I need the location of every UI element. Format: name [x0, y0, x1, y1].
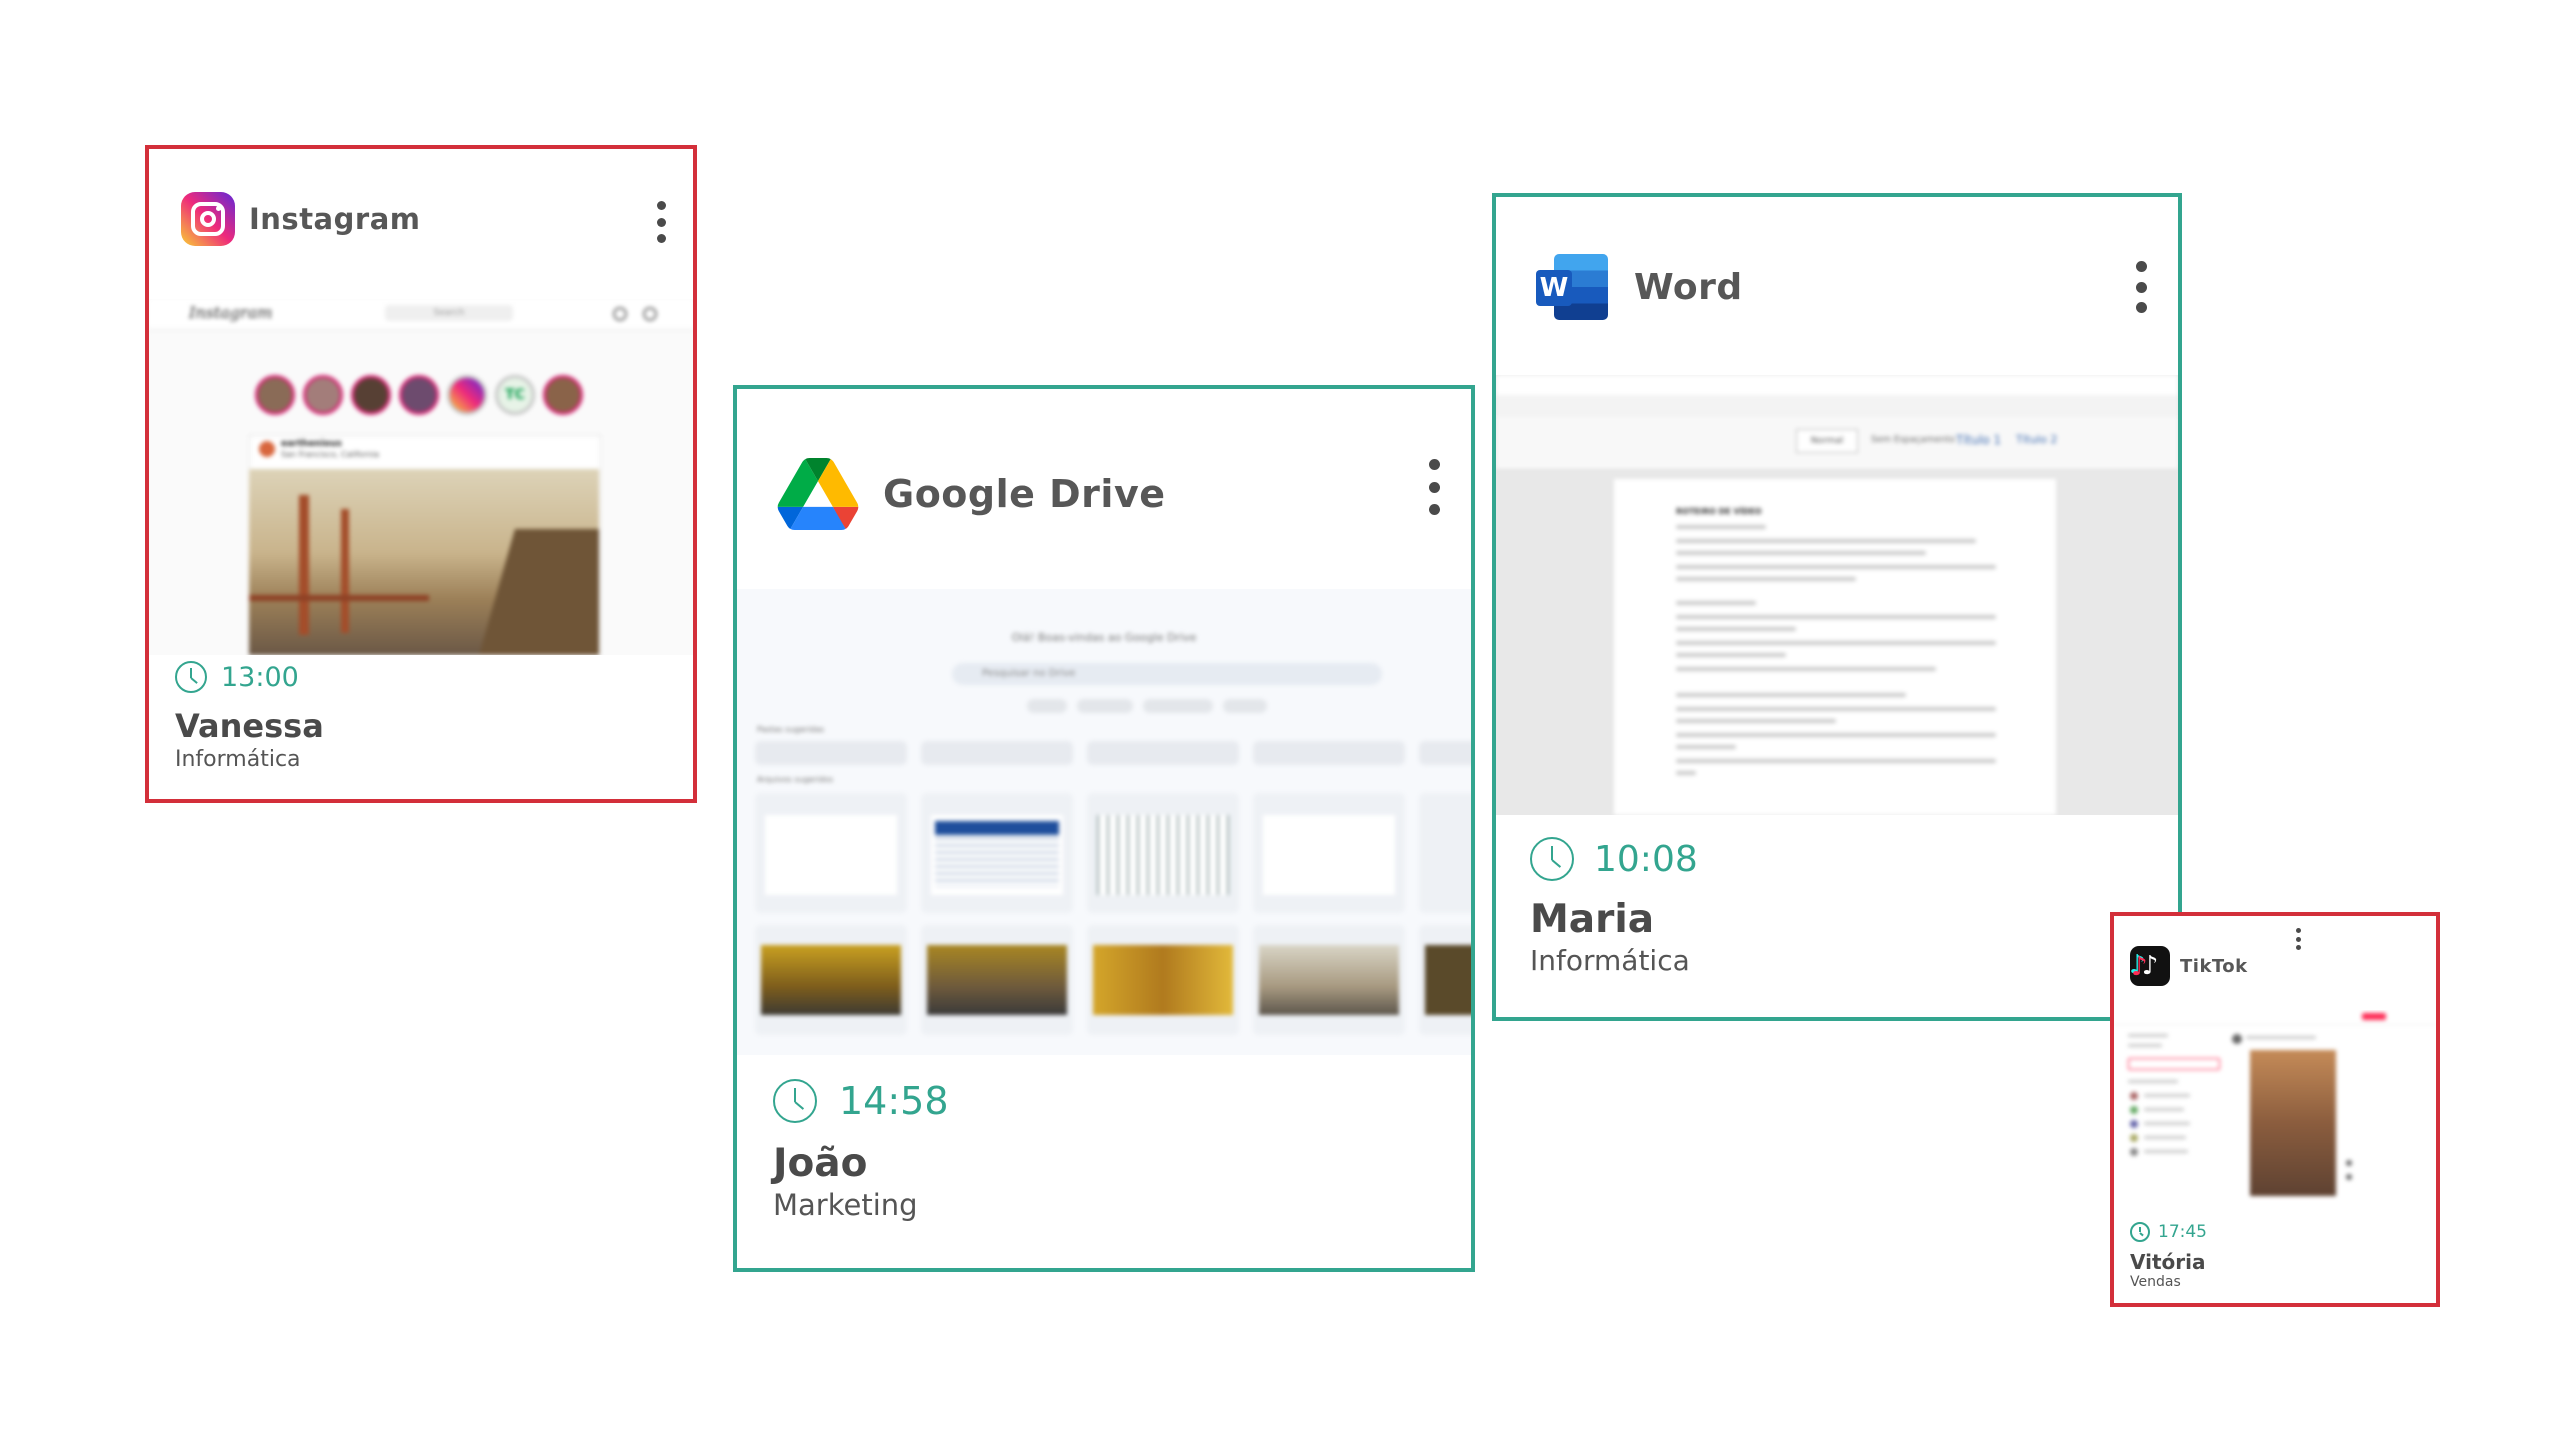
clock-icon: [2130, 1222, 2150, 1242]
activity-card-tiktok[interactable]: ♪ ♪ ♪ TikTok 17:45 Vitória Vendas: [2110, 912, 2440, 1307]
time-label: 14:58: [839, 1079, 949, 1123]
instagram-search: Search: [385, 305, 513, 321]
activity-card-word[interactable]: W Word Normal Sem Espaçamento Título 1 T…: [1492, 193, 2182, 1021]
time-label: 13:00: [221, 661, 299, 693]
drive-suggested-files: Arquivos sugeridos: [757, 775, 834, 784]
app-name: Instagram: [249, 202, 421, 236]
more-options-icon[interactable]: [2294, 928, 2302, 950]
activity-card-google-drive[interactable]: Google Drive Olá! Boas-vindas ao Google …: [733, 385, 1475, 1272]
word-icon: W: [1536, 254, 1608, 320]
person-name: Maria: [1530, 897, 1655, 942]
clock-icon: [175, 661, 207, 693]
person-name: João: [773, 1141, 868, 1186]
screen-thumbnail: Normal Sem Espaçamento Título 1 Título 2…: [1496, 375, 2178, 815]
post-user: earthenious: [281, 439, 342, 449]
style-heading-2: Título 2: [2016, 433, 2058, 446]
person-name: Vanessa: [175, 707, 324, 745]
tiktok-icon: ♪ ♪ ♪: [2129, 946, 2170, 986]
app-name: Word: [1634, 266, 1743, 308]
drive-welcome: Olá! Boas-vindas ao Google Drive: [1011, 631, 1197, 644]
doc-title: ROTEIRO DE VÍDEO: [1676, 507, 1762, 516]
app-name: Google Drive: [883, 472, 1166, 516]
drive-search: Pesquisar no Drive: [952, 663, 1382, 685]
app-name: TikTok: [2180, 955, 2248, 977]
department-label: Informática: [175, 747, 301, 772]
style-no-spacing: Sem Espaçamento: [1871, 435, 1955, 445]
screen-thumbnail: Olá! Boas-vindas ao Google Drive Pesquis…: [737, 589, 1471, 1055]
department-label: Informática: [1530, 944, 1690, 977]
drive-suggested-folders: Pastas sugeridas: [757, 725, 825, 734]
activity-card-instagram[interactable]: Instagram Instagram Search TC eartheniou…: [145, 145, 697, 803]
time-label: 17:45: [2158, 1222, 2207, 1242]
clock-icon: [773, 1079, 817, 1123]
style-heading-1: Título 1: [1956, 433, 2002, 447]
google-drive-icon: [777, 458, 859, 530]
clock-icon: [1530, 837, 1574, 881]
department-label: Marketing: [773, 1188, 918, 1222]
more-options-icon[interactable]: [2134, 261, 2148, 313]
screen-thumbnail: [2114, 1010, 2436, 1202]
screen-thumbnail: Instagram Search TC earthenious San Fran…: [149, 299, 693, 655]
more-options-icon[interactable]: [655, 201, 667, 243]
instagram-wordmark: Instagram: [189, 303, 273, 322]
post-location: San Francisco, California: [281, 450, 380, 459]
department-label: Vendas: [2130, 1274, 2181, 1290]
instagram-icon: [181, 192, 235, 246]
person-name: Vitória: [2130, 1250, 2206, 1274]
time-label: 10:08: [1594, 838, 1698, 880]
more-options-icon[interactable]: [1427, 459, 1441, 515]
style-normal: Normal: [1796, 429, 1858, 453]
